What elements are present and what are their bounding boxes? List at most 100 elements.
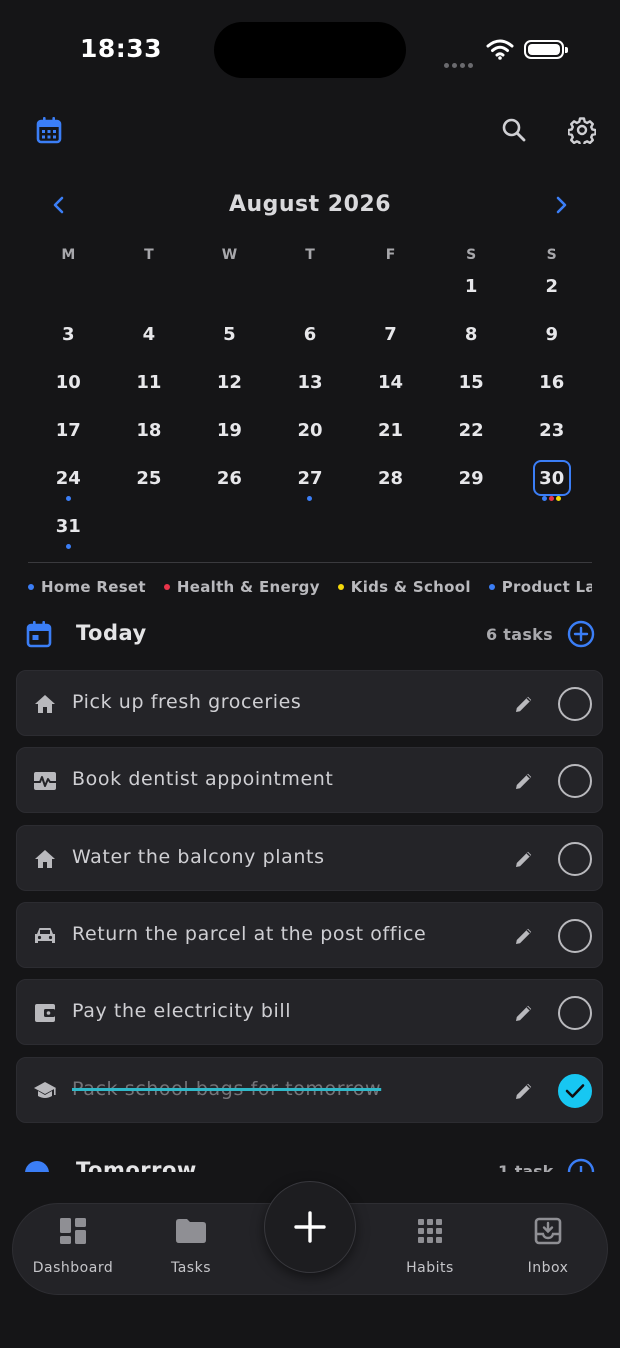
day-number: 1 — [464, 276, 478, 297]
tab-tasks[interactable]: Tasks — [136, 1204, 246, 1296]
edit-pencil-icon[interactable] — [513, 770, 535, 792]
edit-pencil-icon[interactable] — [513, 1080, 535, 1102]
edit-pencil-icon[interactable] — [513, 1002, 535, 1024]
home-icon — [33, 693, 57, 715]
day-number: 23 — [539, 420, 565, 441]
tab-habits[interactable]: Habits — [375, 1204, 485, 1296]
next-month-chevron-right-icon[interactable] — [546, 190, 576, 220]
empty-day-cell — [350, 510, 431, 558]
task-title: Water the balcony plants — [72, 845, 325, 868]
calendar-day-8[interactable]: 8 — [431, 318, 512, 366]
calendar-day-28[interactable]: 28 — [350, 462, 431, 510]
calendar-day-31[interactable]: 31 — [28, 510, 109, 558]
calendar-day-25[interactable]: 25 — [109, 462, 190, 510]
calendar-day-23[interactable]: 23 — [511, 414, 592, 462]
edit-pencil-icon[interactable] — [513, 925, 535, 947]
tomorrow-calendar-icon — [25, 1161, 49, 1172]
calendar-day-20[interactable]: 20 — [270, 414, 351, 462]
task-card[interactable]: Water the balcony plants — [16, 824, 603, 891]
calendar-day-26[interactable]: 26 — [189, 462, 270, 510]
tomorrow-add-plus-circle-icon[interactable] — [567, 1158, 595, 1172]
tab-dashboard[interactable]: Dashboard — [18, 1204, 128, 1296]
weekday-label: F — [385, 247, 396, 263]
legend-label: Product La — [501, 578, 592, 596]
calendar-day-17[interactable]: 17 — [28, 414, 109, 462]
calendar-day-29[interactable]: 29 — [431, 462, 512, 510]
legend-label: Kids & School — [350, 578, 471, 596]
day-number: 17 — [55, 420, 81, 441]
task-checkbox-checked[interactable] — [558, 1073, 592, 1108]
task-checkbox[interactable] — [558, 996, 592, 1031]
task-title: Pay the electricity bill — [72, 1000, 292, 1023]
add-button[interactable] — [264, 1181, 356, 1273]
tab-inbox[interactable]: Inbox — [493, 1204, 603, 1296]
day-number: 2 — [545, 276, 558, 297]
calendar-day-18[interactable]: 18 — [109, 414, 190, 462]
calendar-day-10[interactable]: 10 — [28, 366, 109, 414]
weekday-label: M — [61, 247, 76, 263]
calendar-day-3[interactable]: 3 — [28, 318, 109, 366]
task-card[interactable]: Return the parcel at the post office — [16, 901, 603, 968]
calendar-day-9[interactable]: 9 — [511, 318, 592, 366]
add-task-plus-circle-icon[interactable] — [566, 619, 596, 649]
calendar-day-21[interactable]: 21 — [350, 414, 431, 462]
calendar-day-11[interactable]: 11 — [109, 366, 190, 414]
event-dot — [549, 496, 555, 501]
calendar-day-4[interactable]: 4 — [109, 318, 190, 366]
grid-icon — [417, 1216, 443, 1246]
category-legend: Home Reset Health & Energy Kids & School Pr… — [28, 576, 592, 598]
day-number: 15 — [458, 372, 484, 393]
school-icon — [33, 1080, 57, 1102]
car-icon — [33, 925, 57, 947]
weekday-label: S — [546, 247, 557, 263]
edit-pencil-icon[interactable] — [513, 693, 535, 715]
task-card[interactable]: Pay the electricity bill — [16, 979, 603, 1046]
day-number: 28 — [378, 468, 404, 489]
calendar-day-12[interactable]: 12 — [189, 366, 270, 414]
day-number: 20 — [297, 420, 323, 441]
edit-pencil-icon[interactable] — [513, 848, 535, 870]
calendar-day-6[interactable]: 6 — [270, 318, 351, 366]
calendar-day-1[interactable]: 1 — [431, 270, 512, 318]
calendar-week-row: 17 18 19 20 21 22 23 — [28, 414, 592, 462]
weekday-label: S — [466, 247, 477, 263]
day-number: 18 — [136, 420, 162, 441]
selected-day-outline — [532, 460, 571, 496]
calendar-day-27[interactable]: 27 — [270, 462, 351, 510]
settings-gear-icon[interactable] — [567, 115, 597, 145]
day-number: 22 — [458, 420, 484, 441]
status-time: 18:33 — [80, 34, 163, 63]
calendar-day-14[interactable]: 14 — [350, 366, 431, 414]
calendar-day-22[interactable]: 22 — [431, 414, 512, 462]
calendar-day-30[interactable]: 30 — [511, 460, 592, 510]
calendar-day-16[interactable]: 16 — [511, 366, 592, 414]
calendar-day-7[interactable]: 7 — [350, 318, 431, 366]
legend-item[interactable]: Health & Energy — [163, 578, 320, 596]
task-checkbox[interactable] — [558, 918, 592, 953]
day-number: 29 — [458, 468, 484, 489]
search-icon[interactable] — [499, 115, 529, 145]
task-card[interactable]: Book dentist appointment — [16, 747, 603, 814]
task-checkbox[interactable] — [558, 841, 592, 876]
calendar-week-row: 10 11 12 13 14 15 16 — [28, 366, 592, 414]
legend-item[interactable]: Home Reset — [28, 578, 146, 596]
task-card[interactable]: Pack school bags for tomorrow — [16, 1056, 603, 1123]
calendar-day-15[interactable]: 15 — [431, 366, 512, 414]
tomorrow-section-title: Tomorrow — [76, 1158, 197, 1172]
calendar-day-13[interactable]: 13 — [270, 366, 351, 414]
plus-icon — [294, 1211, 326, 1243]
calendar-day-19[interactable]: 19 — [189, 414, 270, 462]
task-card[interactable]: Pick up fresh groceries — [16, 670, 603, 736]
calendar-day-24[interactable]: 24 — [28, 462, 109, 510]
task-checkbox[interactable] — [558, 687, 592, 721]
legend-item[interactable]: Product La — [488, 578, 592, 596]
task-title: Book dentist appointment — [72, 768, 334, 791]
day-number: 13 — [297, 372, 323, 393]
task-title: Return the parcel at the post office — [72, 922, 427, 945]
calendar-day-5[interactable]: 5 — [189, 318, 270, 366]
calendar-day-2[interactable]: 2 — [511, 270, 592, 318]
calendar-icon[interactable] — [34, 115, 64, 145]
task-checkbox[interactable] — [558, 764, 592, 799]
day-number: 26 — [216, 468, 242, 489]
legend-item[interactable]: Kids & School — [337, 578, 471, 596]
